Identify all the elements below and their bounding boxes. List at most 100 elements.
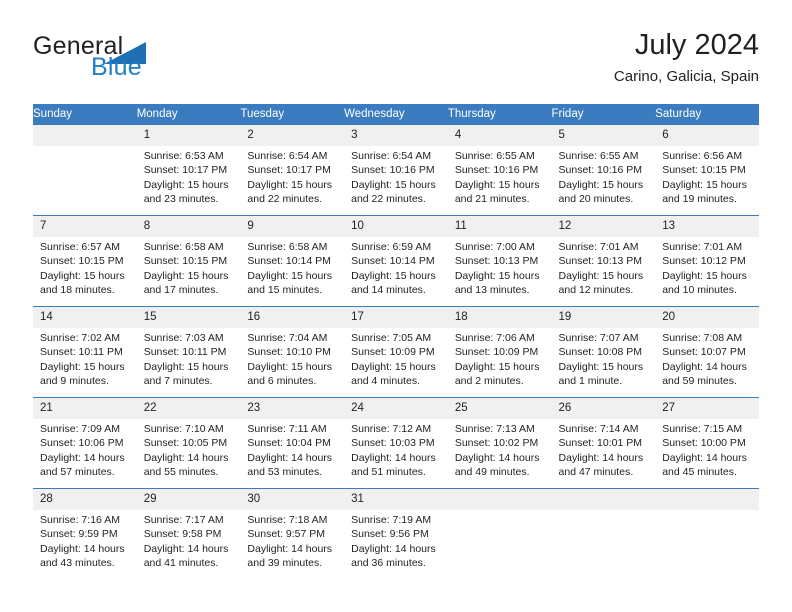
day-number: 24 [344, 398, 448, 419]
day-number: 29 [136, 489, 241, 510]
day-details: Sunrise: 7:01 AM Sunset: 10:12 PM Daylight… [655, 237, 759, 297]
sunset-text: Sunset: 10:04 PM [247, 437, 331, 450]
daylight-text: Daylight: 15 hours and 22 minutes. [351, 178, 436, 205]
sunrise-text: Sunrise: 6:58 AM [143, 241, 224, 253]
calendar-day-cell[interactable]: 5 Sunrise: 6:55 AM Sunset: 10:16 PM Dayligh… [551, 124, 656, 216]
calendar-day-cell[interactable]: 25 Sunrise: 7:13 AM Sunset: 10:02 PM Daylig… [447, 397, 552, 489]
day-details: Sunrise: 7:18 AM Sunset: 9:57 PM Daylight:… [240, 510, 344, 570]
day-details: Sunrise: 6:55 AM Sunset: 10:16 PM Daylight… [448, 146, 552, 206]
calendar-day-cell[interactable]: 7 Sunrise: 6:57 AM Sunset: 10:15 PM Dayligh… [33, 215, 137, 307]
sunrise-text: Sunrise: 7:10 AM [143, 423, 224, 435]
calendar-day-cell[interactable]: 26 Sunrise: 7:14 AM Sunset: 10:01 PM Daylig… [551, 397, 656, 489]
calendar-day-cell[interactable]: 31 Sunrise: 7:19 AM Sunset: 9:56 PM Dayligh… [344, 488, 448, 579]
sunrise-text: Sunrise: 7:16 AM [40, 514, 120, 526]
calendar-day-cell[interactable]: 17 Sunrise: 7:05 AM Sunset: 10:09 PM Daylig… [344, 306, 448, 398]
sunrise-text: Sunrise: 6:57 AM [40, 241, 120, 253]
daylight-text: Daylight: 15 hours and 1 minute. [558, 360, 644, 387]
calendar-day-cell[interactable]: 19 Sunrise: 7:07 AM Sunset: 10:08 PM Daylig… [551, 306, 656, 398]
day-details: Sunrise: 7:17 AM Sunset: 9:58 PM Daylight:… [137, 510, 241, 570]
sunrise-text: Sunrise: 6:55 AM [558, 150, 639, 162]
calendar-day-cell[interactable]: 3 Sunrise: 6:54 AM Sunset: 10:16 PM Dayligh… [344, 124, 448, 216]
day-details: Sunrise: 6:56 AM Sunset: 10:15 PM Daylight… [655, 146, 759, 206]
calendar-day-cell[interactable]: 28 Sunrise: 7:16 AM Sunset: 9:59 PM Dayligh… [33, 488, 137, 579]
day-details: Sunrise: 7:07 AM Sunset: 10:08 PM Daylight… [552, 328, 656, 388]
day-details: Sunrise: 7:14 AM Sunset: 10:01 PM Daylight… [552, 419, 656, 479]
calendar-week-row: 1 Sunrise: 6:53 AM Sunset: 10:17 PM Dayligh… [33, 124, 759, 216]
daylight-text: Daylight: 15 hours and 20 minutes. [558, 178, 644, 205]
sunrise-text: Sunrise: 7:05 AM [351, 332, 432, 344]
calendar-day-cell[interactable]: 29 Sunrise: 7:17 AM Sunset: 9:58 PM Dayligh… [136, 488, 241, 579]
sunset-text: Sunset: 10:15 PM [662, 164, 746, 177]
calendar-day-cell[interactable]: 18 Sunrise: 7:06 AM Sunset: 10:09 PM Daylig… [447, 306, 552, 398]
calendar-day-cell[interactable]: 20 Sunrise: 7:08 AM Sunset: 10:07 PM Daylig… [655, 306, 759, 398]
sunset-text: Sunset: 10:16 PM [351, 164, 435, 177]
daylight-text: Daylight: 14 hours and 59 minutes. [662, 360, 747, 387]
daylight-text: Daylight: 15 hours and 14 minutes. [351, 269, 436, 296]
day-details: Sunrise: 7:02 AM Sunset: 10:11 PM Daylight… [33, 328, 137, 388]
day-number: 4 [447, 125, 552, 146]
calendar-week-row: 28 Sunrise: 7:16 AM Sunset: 9:59 PM Dayligh… [33, 488, 759, 579]
calendar-day-cell[interactable]: 27 Sunrise: 7:15 AM Sunset: 10:00 PM Daylig… [655, 397, 759, 489]
sunset-text: Sunset: 10:11 PM [40, 346, 123, 359]
sunrise-text: Sunrise: 7:08 AM [662, 332, 743, 344]
daylight-text: Daylight: 15 hours and 2 minutes. [454, 360, 540, 387]
daylight-text: Daylight: 15 hours and 17 minutes. [143, 269, 229, 296]
calendar-week-row: 14 Sunrise: 7:02 AM Sunset: 10:11 PM Daylig… [33, 306, 759, 398]
day-number: 30 [240, 489, 345, 510]
calendar-day-cell-empty [551, 488, 656, 579]
day-details: Sunrise: 7:19 AM Sunset: 9:56 PM Daylight:… [344, 510, 448, 570]
sunrise-text: Sunrise: 7:19 AM [351, 514, 432, 526]
calendar-day-cell[interactable]: 21 Sunrise: 7:09 AM Sunset: 10:06 PM Daylig… [33, 397, 137, 489]
sunrise-text: Sunrise: 6:58 AM [247, 241, 328, 253]
calendar-day-cell[interactable]: 13 Sunrise: 7:01 AM Sunset: 10:12 PM Daylig… [655, 215, 759, 307]
day-number: 17 [344, 307, 448, 328]
calendar-day-cell[interactable]: 9 Sunrise: 6:58 AM Sunset: 10:14 PM Dayligh… [240, 215, 345, 307]
sunrise-text: Sunrise: 7:01 AM [662, 241, 743, 253]
daylight-text: Daylight: 15 hours and 23 minutes. [143, 178, 229, 205]
calendar-day-cell[interactable]: 8 Sunrise: 6:58 AM Sunset: 10:15 PM Dayligh… [136, 215, 241, 307]
calendar-day-cell[interactable]: 10 Sunrise: 6:59 AM Sunset: 10:14 PM Daylig… [344, 215, 448, 307]
daylight-text: Daylight: 15 hours and 9 minutes. [40, 360, 125, 387]
calendar-day-cell[interactable]: 12 Sunrise: 7:01 AM Sunset: 10:13 PM Daylig… [551, 215, 656, 307]
sunset-text: Sunset: 10:06 PM [40, 437, 124, 450]
calendar-day-cell[interactable]: 6 Sunrise: 6:56 AM Sunset: 10:15 PM Dayligh… [655, 124, 759, 216]
calendar-day-cell[interactable]: 24 Sunrise: 7:12 AM Sunset: 10:03 PM Daylig… [344, 397, 448, 489]
sunrise-text: Sunrise: 7:18 AM [247, 514, 328, 526]
calendar-day-cell[interactable]: 1 Sunrise: 6:53 AM Sunset: 10:17 PM Dayligh… [136, 124, 241, 216]
day-number: 11 [447, 216, 552, 237]
sunset-text: Sunset: 10:16 PM [558, 164, 642, 177]
calendar-day-cell[interactable]: 15 Sunrise: 7:03 AM Sunset: 10:11 PM Daylig… [136, 306, 241, 398]
calendar-day-cell[interactable]: 4 Sunrise: 6:55 AM Sunset: 10:16 PM Dayligh… [447, 124, 552, 216]
daylight-text: Daylight: 15 hours and 15 minutes. [247, 269, 333, 296]
calendar-day-cell[interactable]: 23 Sunrise: 7:11 AM Sunset: 10:04 PM Daylig… [240, 397, 345, 489]
sunset-text: Sunset: 10:02 PM [454, 437, 539, 450]
calendar-day-cell[interactable]: 11 Sunrise: 7:00 AM Sunset: 10:13 PM Daylig… [447, 215, 552, 307]
sunrise-text: Sunrise: 6:54 AM [247, 150, 328, 162]
day-details: Sunrise: 7:05 AM Sunset: 10:09 PM Daylight… [344, 328, 448, 388]
calendar-day-cell[interactable]: 14 Sunrise: 7:02 AM Sunset: 10:11 PM Daylig… [33, 306, 137, 398]
day-details: Sunrise: 6:58 AM Sunset: 10:15 PM Daylight… [137, 237, 241, 297]
sunset-text: Sunset: 10:00 PM [662, 437, 746, 450]
sunset-text: Sunset: 10:12 PM [662, 255, 746, 268]
daylight-text: Daylight: 14 hours and 57 minutes. [40, 451, 125, 478]
day-details: Sunrise: 7:08 AM Sunset: 10:07 PM Daylight… [655, 328, 759, 388]
sunset-text: Sunset: 10:10 PM [247, 346, 331, 359]
sunset-text: Sunset: 10:03 PM [351, 437, 435, 450]
calendar-day-cell[interactable]: 30 Sunrise: 7:18 AM Sunset: 9:57 PM Dayligh… [240, 488, 345, 579]
sunrise-text: Sunrise: 7:11 AM [247, 423, 327, 435]
sunset-text: Sunset: 10:17 PM [247, 164, 331, 177]
day-number: 5 [551, 125, 656, 146]
sunrise-text: Sunrise: 7:01 AM [558, 241, 639, 253]
day-details: Sunrise: 7:04 AM Sunset: 10:10 PM Daylight… [240, 328, 344, 388]
day-number: 28 [33, 489, 137, 510]
calendar-day-cell[interactable]: 22 Sunrise: 7:10 AM Sunset: 10:05 PM Daylig… [136, 397, 241, 489]
calendar-day-cell[interactable]: 16 Sunrise: 7:04 AM Sunset: 10:10 PM Daylig… [240, 306, 345, 398]
weekday-header-sunday: Sunday [33, 104, 137, 125]
day-details: Sunrise: 7:11 AM Sunset: 10:04 PM Daylight… [240, 419, 344, 479]
sunset-text: Sunset: 9:56 PM [351, 528, 429, 541]
daylight-text: Daylight: 14 hours and 41 minutes. [143, 542, 229, 569]
general-blue-logo[interactable]: General Blue [33, 32, 263, 90]
sunrise-text: Sunrise: 7:15 AM [662, 423, 743, 435]
sunset-text: Sunset: 10:08 PM [558, 346, 642, 359]
calendar-day-cell[interactable]: 2 Sunrise: 6:54 AM Sunset: 10:17 PM Dayligh… [240, 124, 345, 216]
